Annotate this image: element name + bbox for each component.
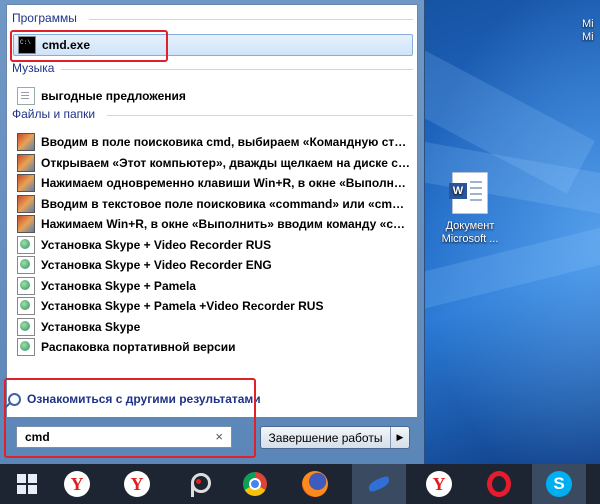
result-item-label: Установка Skype xyxy=(41,319,141,334)
pin-app-icon xyxy=(189,471,211,497)
taskbar: YYYS xyxy=(0,464,600,504)
windows-logo-icon xyxy=(17,474,37,494)
firefox-icon xyxy=(302,471,328,497)
result-item[interactable]: Установка Skype + Video Recorder ENG xyxy=(13,255,411,275)
result-item-label: Нажимаем Win+R, в окне «Выполнить» вводи… xyxy=(41,217,411,231)
cmd-icon xyxy=(18,36,36,54)
globe-icon xyxy=(17,338,35,356)
taskbar-yandex-2[interactable]: Y xyxy=(110,464,164,504)
result-item-label: Установка Skype + Video Recorder RUS xyxy=(41,237,272,252)
group-header: Музыка xyxy=(12,61,55,75)
image-icon xyxy=(17,153,35,172)
taskbar-yandex-1[interactable]: Y xyxy=(50,464,104,504)
search-magnifier-icon xyxy=(8,392,21,406)
start-menu: Программы cmd.exe Музыка выгодные предложен… xyxy=(0,0,425,464)
globe-icon xyxy=(17,235,35,254)
result-item-label: Установка Skype + Pamela xyxy=(41,278,196,293)
image-icon xyxy=(17,194,35,213)
globe-icon xyxy=(17,317,35,336)
result-item[interactable]: Открываем «Этот компьютер», дважды щелка… xyxy=(13,153,411,173)
result-item-label: cmd.exe xyxy=(42,38,91,52)
shutdown-button[interactable]: Завершение работы xyxy=(261,427,391,448)
result-item[interactable]: Нажимаем Win+R, в окне «Выполнить» вводи… xyxy=(13,214,411,234)
image-icon xyxy=(17,215,35,233)
result-item-label: выгодные предложения xyxy=(41,89,186,103)
result-item-selected[interactable]: cmd.exe xyxy=(13,34,413,56)
result-item-label: Распаковка портативной версии xyxy=(41,340,236,354)
desktop-word-document[interactable]: W Документ Microsoft ... xyxy=(434,172,506,246)
taskbar-swift[interactable] xyxy=(352,464,406,504)
desktop-edge-label: Mi Mi xyxy=(582,18,594,43)
taskbar-chrome[interactable] xyxy=(228,464,282,504)
result-item[interactable]: Вводим в поле поисковика cmd, выбираем «… xyxy=(13,132,411,152)
clear-search-icon[interactable]: × xyxy=(215,429,223,444)
taskbar-pin[interactable] xyxy=(172,464,226,504)
result-item-label: Установка Skype + Video Recorder ENG xyxy=(41,258,272,272)
word-document-icon: W xyxy=(449,172,488,214)
yandex-browser-icon: Y xyxy=(426,471,452,497)
result-item-label: Открываем «Этот компьютер», дважды щелка… xyxy=(41,155,411,170)
group-header: Файлы и папки xyxy=(12,107,96,121)
result-item[interactable]: Распаковка портативной версии xyxy=(13,337,411,357)
start-search-input[interactable] xyxy=(23,429,207,445)
globe-icon xyxy=(17,256,35,274)
result-item[interactable]: Установка Skype + Video Recorder RUS xyxy=(13,235,411,255)
file-icon xyxy=(17,87,35,105)
group-divider xyxy=(107,115,413,116)
more-results-link[interactable]: Ознакомиться с другими результатами xyxy=(8,392,261,406)
opera-icon xyxy=(487,471,511,497)
group-divider xyxy=(89,19,413,20)
result-item-label: Вводим в текстовое поле поисковика «comm… xyxy=(41,196,411,211)
image-icon xyxy=(17,174,35,192)
taskbar-skype[interactable]: S xyxy=(532,464,586,504)
result-item-label: Нажимаем одновременно клавиши Win+R, в о… xyxy=(41,176,411,190)
result-item-label: Установка Skype + Pamela +Video Recorder… xyxy=(41,299,324,313)
skype-icon: S xyxy=(546,471,572,497)
result-item[interactable]: Нажимаем одновременно клавиши Win+R, в о… xyxy=(13,173,411,193)
taskbar-firefox[interactable] xyxy=(288,464,342,504)
yandex-browser-icon: Y xyxy=(64,471,90,497)
result-item[interactable]: выгодные предложения xyxy=(13,86,411,106)
globe-icon xyxy=(17,297,35,315)
result-item[interactable]: Вводим в текстовое поле поисковика «comm… xyxy=(13,194,411,214)
search-results-panel: Программы cmd.exe Музыка выгодные предложен… xyxy=(6,4,418,418)
taskbar-yandex-3[interactable]: Y xyxy=(412,464,466,504)
globe-icon xyxy=(17,276,35,295)
result-item[interactable]: Установка Skype + Pamela +Video Recorder… xyxy=(13,296,411,316)
swift-app-icon xyxy=(366,473,392,495)
desktop-icon-label: Документ Microsoft ... xyxy=(441,220,499,245)
chrome-icon xyxy=(243,472,267,496)
shutdown-button-group: Завершение работы ▶ xyxy=(260,426,410,449)
yandex-browser-icon: Y xyxy=(124,471,150,497)
image-icon xyxy=(17,133,35,151)
start-button[interactable] xyxy=(0,464,54,504)
start-search-box[interactable]: × xyxy=(16,426,232,448)
taskbar-opera[interactable] xyxy=(472,464,526,504)
shutdown-options-arrow-icon[interactable]: ▶ xyxy=(391,427,409,448)
result-item[interactable]: Установка Skype + Pamela xyxy=(13,276,411,296)
group-divider xyxy=(61,69,413,70)
result-item-label: Вводим в поле поисковика cmd, выбираем «… xyxy=(41,135,411,149)
result-item[interactable]: Установка Skype xyxy=(13,317,411,337)
group-header: Программы xyxy=(12,11,77,25)
